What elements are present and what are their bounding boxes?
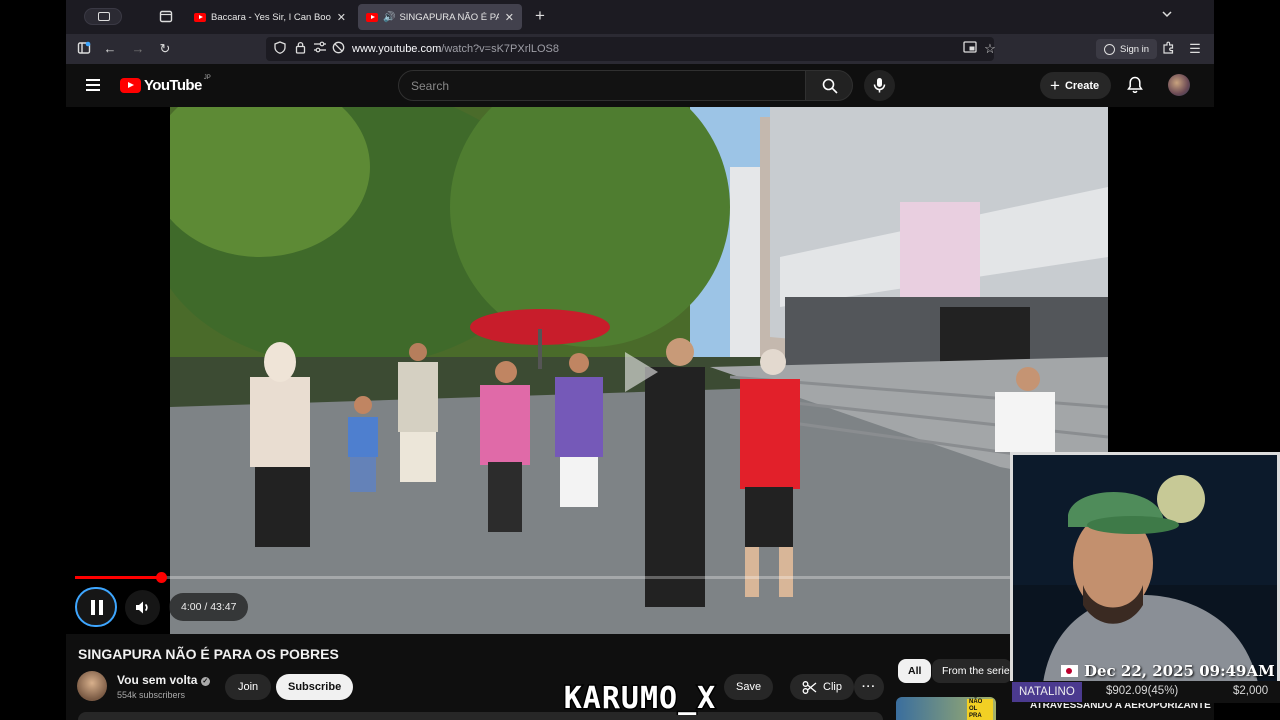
search-input[interactable]: Search: [398, 70, 806, 101]
watermark-text: KARUMO_X: [564, 681, 717, 715]
youtube-header: YouTube JP Search + Create: [66, 64, 1214, 107]
pause-icon-bar: [99, 600, 103, 615]
progress-scrubber[interactable]: [156, 572, 167, 583]
speaker-icon[interactable]: 🔊: [383, 12, 395, 23]
tab-singapura[interactable]: 🔊 SINGAPURA NÃO É PARA O ✕: [358, 4, 522, 30]
video-frame: [170, 107, 1108, 634]
channel-name-text: Vou sem volta: [117, 673, 198, 687]
clip-label: Clip: [823, 681, 842, 693]
timestamp-overlay: Dec 22, 2025 09:49AM: [1061, 662, 1275, 680]
navigation-bar: ← → ↻ www.youtube.com/watch?v=sK7PXrlLOS…: [66, 34, 1214, 64]
account-icon: [1104, 43, 1115, 55]
sidebar-icon[interactable]: [76, 41, 92, 57]
progress-played: [75, 576, 161, 579]
tab-group-icon[interactable]: [84, 8, 122, 25]
user-avatar[interactable]: [1168, 74, 1190, 96]
youtube-favicon-icon: [194, 12, 206, 22]
notifications-bell-icon[interactable]: [1127, 76, 1143, 94]
donor-name: NATALINO: [1012, 682, 1082, 702]
youtube-logo-icon: [120, 78, 141, 93]
donation-ticker: NATALINO $902.09(45%) $2,000: [1010, 681, 1280, 703]
webcam-image: [1013, 455, 1277, 683]
timestamp-text: Dec 22, 2025 09:49AM: [1084, 662, 1275, 680]
channel-avatar[interactable]: [77, 671, 107, 701]
thumbnail-caption: NÃO OL PRA BAIXO: [967, 699, 993, 720]
extensions-icon[interactable]: [1160, 41, 1176, 57]
chevron-down-icon[interactable]: [1159, 8, 1175, 24]
plus-icon: +: [1050, 76, 1060, 95]
chip-from-series[interactable]: From the serie: [932, 659, 1012, 683]
volume-button[interactable]: [125, 590, 160, 625]
channel-name[interactable]: Vou sem volta ✓: [117, 673, 210, 687]
scissors-icon: [802, 680, 817, 694]
tab-manager-icon[interactable]: [158, 9, 174, 25]
search-button[interactable]: [805, 70, 853, 101]
tab-label: Baccara - Yes Sir, I Can Boogie: [211, 11, 331, 23]
sign-in-button[interactable]: Sign in: [1096, 39, 1158, 59]
search-icon: [822, 78, 838, 94]
forward-icon[interactable]: →: [130, 41, 146, 57]
lock-icon[interactable]: [292, 41, 308, 57]
recommended-thumbnail[interactable]: NÃO OL PRA BAIXO: [896, 697, 996, 720]
url-bar[interactable]: www.youtube.com/watch?v=sK7PXrlLOS8 ☆: [266, 37, 996, 61]
url-host: www.youtube.com: [352, 43, 442, 55]
donation-goal: $2,000: [1233, 685, 1269, 697]
sign-in-label: Sign in: [1120, 43, 1150, 55]
close-tab-icon[interactable]: ✕: [337, 11, 346, 24]
youtube-logo-text: YouTube: [144, 77, 202, 94]
chip-all[interactable]: All: [898, 659, 932, 683]
back-icon[interactable]: ←: [102, 41, 118, 57]
time-display: 4:00 / 43:47: [169, 593, 249, 621]
app-menu-icon[interactable]: ☰: [1187, 41, 1203, 57]
tab-baccara[interactable]: Baccara - Yes Sir, I Can Boogie ✕: [186, 4, 354, 30]
bookmark-star-icon[interactable]: ☆: [982, 41, 998, 57]
autoplay-blocked-icon[interactable]: [330, 41, 346, 57]
new-tab-icon[interactable]: +: [532, 7, 548, 24]
pause-icon: [91, 600, 95, 615]
url-text: www.youtube.com/watch?v=sK7PXrlLOS8: [352, 43, 559, 55]
reload-icon[interactable]: ↻: [157, 41, 173, 57]
pause-button[interactable]: [75, 587, 117, 627]
subscriber-count: 554k subscribers: [117, 690, 186, 700]
tab-bar: Baccara - Yes Sir, I Can Boogie ✕ 🔊 SING…: [66, 0, 1214, 34]
microphone-icon: [873, 78, 886, 93]
join-button[interactable]: Join: [225, 674, 272, 700]
close-tab-icon[interactable]: ✕: [505, 11, 514, 24]
url-path: /watch?v=sK7PXrlLOS8: [441, 43, 559, 55]
webcam-overlay: [1010, 452, 1280, 686]
donation-value: $902.09(45%): [1106, 685, 1179, 697]
youtube-logo[interactable]: YouTube JP: [120, 74, 211, 94]
permissions-icon[interactable]: [312, 41, 328, 57]
search-placeholder: Search: [411, 79, 450, 93]
create-label: Create: [1064, 79, 1100, 92]
more-actions-icon[interactable]: ···: [854, 674, 884, 700]
verified-badge-icon: ✓: [200, 677, 210, 686]
description-box[interactable]: [78, 712, 883, 720]
clip-button[interactable]: Clip: [790, 674, 854, 700]
create-button[interactable]: + Create: [1040, 72, 1112, 99]
tab-label: SINGAPURA NÃO É PARA O: [399, 11, 499, 23]
subscribe-button[interactable]: Subscribe: [276, 674, 354, 700]
progress-bar[interactable]: [75, 576, 1011, 579]
hamburger-menu-icon[interactable]: [86, 79, 100, 91]
shield-icon[interactable]: [272, 41, 288, 57]
watermark-logo: KARUMO_X: [562, 680, 717, 716]
volume-icon: [136, 601, 148, 614]
japan-flag-icon: [1061, 665, 1078, 677]
video-title: SINGAPURA NÃO É PARA OS POBRES: [78, 646, 339, 662]
region-code: JP: [203, 74, 211, 81]
youtube-favicon-icon: [366, 12, 378, 22]
voice-search-button[interactable]: [864, 70, 895, 101]
picture-in-picture-icon[interactable]: [962, 41, 978, 57]
